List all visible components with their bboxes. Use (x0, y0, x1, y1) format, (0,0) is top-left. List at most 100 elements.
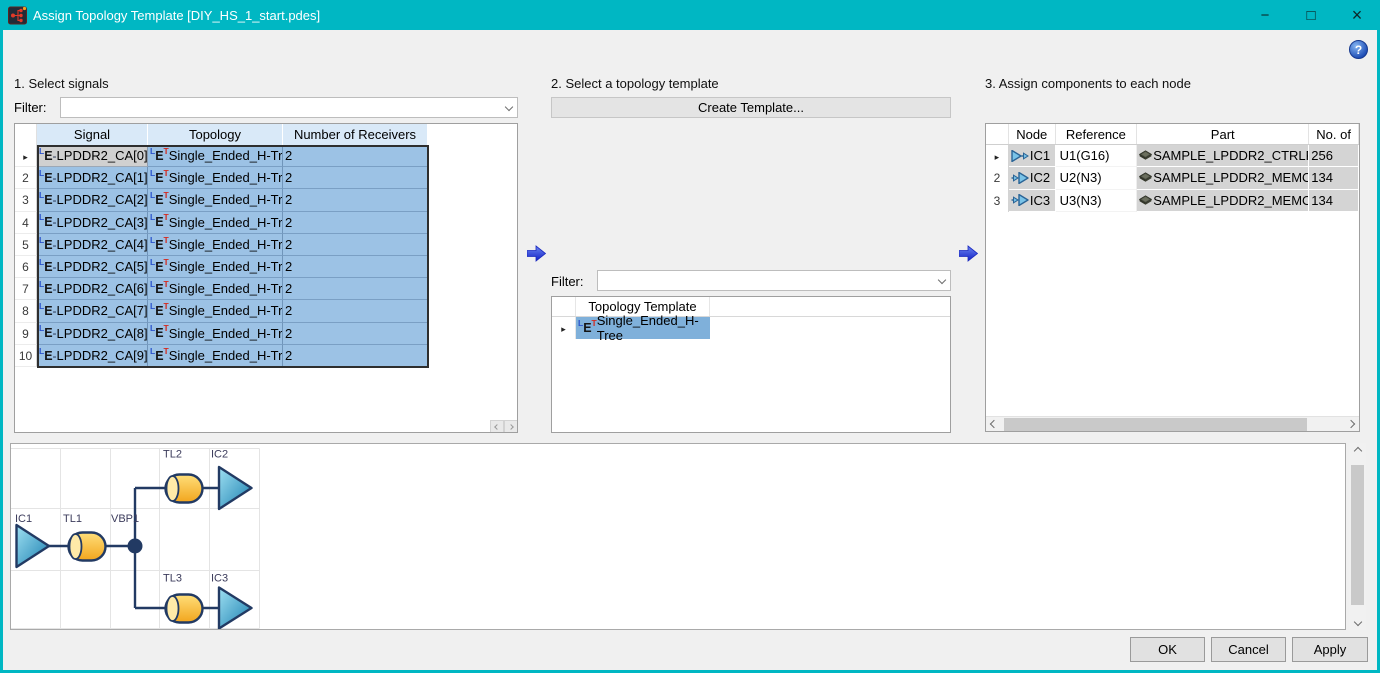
table-row[interactable]: 9 LE-LPDDR2_CA[8] LETSingle_Ended_H-Tree… (15, 323, 517, 345)
topology-cell[interactable]: LETSingle_Ended_H-Tree (148, 145, 283, 167)
row-selector[interactable]: ▸ (552, 317, 576, 339)
part-cell[interactable]: SAMPLE_LPDDR2_CTRLR (1137, 145, 1309, 167)
row-selector[interactable]: 10 (15, 345, 37, 367)
row-selector[interactable]: ▸ (15, 145, 37, 167)
topology-cell[interactable]: LETSingle_Ended_H-Tree (148, 189, 283, 211)
row-selector[interactable]: 2 (986, 167, 1009, 189)
table-row[interactable]: 5 LE-LPDDR2_CA[4] LETSingle_Ended_H-Tree… (15, 234, 517, 256)
count-cell[interactable]: 134 (1309, 167, 1359, 189)
receivers-cell[interactable]: 2 (283, 189, 428, 211)
diagram-ic2-buffer[interactable] (219, 467, 252, 509)
components-table-hscrollbar[interactable] (986, 416, 1359, 431)
template-filter-input[interactable] (600, 271, 930, 290)
diagram-vbp1-node[interactable] (128, 539, 143, 554)
table-row[interactable]: 2 IC2 U2(N3) SAMPLE_LPDDR2_MEMORY 134 (986, 167, 1359, 189)
column-header-topology[interactable]: Topology (148, 124, 283, 145)
table-row[interactable]: 2 LE-LPDDR2_CA[1] LETSingle_Ended_H-Tree… (15, 167, 517, 189)
receivers-cell[interactable]: 2 (283, 212, 428, 234)
topology-cell[interactable]: LETSingle_Ended_H-Tree (148, 323, 283, 345)
table-row[interactable]: ▸ LETSingle_Ended_H-Tree (552, 317, 950, 339)
diagram-ic1-buffer[interactable] (17, 525, 50, 567)
cancel-button[interactable]: Cancel (1211, 637, 1286, 662)
template-cell[interactable]: LETSingle_Ended_H-Tree (576, 317, 710, 339)
topology-cell[interactable]: LETSingle_Ended_H-Tree (148, 278, 283, 300)
table-row[interactable]: 8 LE-LPDDR2_CA[7] LETSingle_Ended_H-Tree… (15, 300, 517, 322)
column-header-receivers[interactable]: Number of Receivers (283, 124, 428, 145)
signal-cell[interactable]: LE-LPDDR2_CA[3] (37, 212, 148, 234)
table-row[interactable]: 4 LE-LPDDR2_CA[3] LETSingle_Ended_H-Tree… (15, 212, 517, 234)
receivers-cell[interactable]: 2 (283, 234, 428, 256)
row-selector[interactable]: 3 (15, 189, 37, 211)
topology-cell[interactable]: LETSingle_Ended_H-Tree (148, 234, 283, 256)
reference-cell[interactable]: U2(N3) (1056, 167, 1138, 189)
table-row[interactable]: 10 LE-LPDDR2_CA[9] LETSingle_Ended_H-Tre… (15, 345, 517, 367)
count-cell[interactable]: 256 (1309, 145, 1359, 167)
table-row[interactable]: 3 IC3 U3(N3) SAMPLE_LPDDR2_MEMORY 134 (986, 190, 1359, 212)
diagram-tl2-transmission-line[interactable] (166, 475, 203, 503)
table-row[interactable]: ▸ LE-LPDDR2_CA[0] LETSingle_Ended_H-Tree… (15, 145, 517, 167)
signal-cell[interactable]: LE-LPDDR2_CA[0] (37, 145, 148, 167)
row-selector[interactable]: 9 (15, 323, 37, 345)
row-selector[interactable]: 4 (15, 212, 37, 234)
create-template-button[interactable]: Create Template... (551, 97, 951, 118)
signal-cell[interactable]: LE-LPDDR2_CA[1] (37, 167, 148, 189)
chevron-down-icon[interactable] (505, 103, 513, 111)
scroll-left-button[interactable] (490, 420, 504, 433)
part-cell[interactable]: SAMPLE_LPDDR2_MEMORY (1137, 190, 1309, 212)
topology-cell[interactable]: LETSingle_Ended_H-Tree (148, 212, 283, 234)
scroll-down-button[interactable] (1349, 614, 1366, 630)
template-filter-combobox[interactable] (597, 270, 951, 291)
row-selector[interactable]: 3 (986, 190, 1009, 212)
diagram-ic3-buffer[interactable] (219, 588, 252, 629)
signals-filter-input[interactable] (63, 98, 497, 117)
receivers-cell[interactable]: 2 (283, 300, 428, 322)
column-header-part[interactable]: Part (1137, 124, 1309, 144)
ok-button[interactable]: OK (1130, 637, 1205, 662)
chevron-down-icon[interactable] (938, 276, 946, 284)
row-selector[interactable]: 7 (15, 278, 37, 300)
row-selector[interactable]: 2 (15, 167, 37, 189)
signal-cell[interactable]: LE-LPDDR2_CA[4] (37, 234, 148, 256)
scroll-right-button[interactable] (1343, 417, 1359, 432)
reference-cell[interactable]: U3(N3) (1056, 190, 1138, 212)
scrollbar-thumb[interactable] (1351, 465, 1364, 605)
receivers-cell[interactable]: 2 (283, 256, 428, 278)
node-cell[interactable]: IC2 (1009, 167, 1056, 189)
close-button[interactable]: × (1334, 0, 1380, 30)
topology-cell[interactable]: LETSingle_Ended_H-Tree (148, 300, 283, 322)
node-cell[interactable]: IC1 (1009, 145, 1056, 167)
maximize-button[interactable]: □ (1288, 0, 1334, 30)
diagram-tl3-transmission-line[interactable] (166, 595, 203, 623)
row-selector[interactable]: 6 (15, 256, 37, 278)
minimize-button[interactable]: − (1242, 0, 1288, 30)
receivers-cell[interactable]: 2 (283, 323, 428, 345)
scrollbar-thumb[interactable] (1004, 418, 1307, 431)
column-header-reference[interactable]: Reference (1056, 124, 1138, 144)
receivers-cell[interactable]: 2 (283, 278, 428, 300)
signal-cell[interactable]: LE-LPDDR2_CA[9] (37, 345, 148, 367)
scroll-left-button[interactable] (986, 417, 1002, 432)
scroll-right-button[interactable] (504, 420, 518, 433)
help-icon[interactable]: ? (1349, 40, 1368, 59)
signal-cell[interactable]: LE-LPDDR2_CA[2] (37, 189, 148, 211)
row-selector[interactable]: ▸ (986, 145, 1009, 167)
column-header-signal[interactable]: Signal (37, 124, 148, 145)
signal-cell[interactable]: LE-LPDDR2_CA[5] (37, 256, 148, 278)
diagram-tl1-transmission-line[interactable] (69, 533, 106, 561)
node-cell[interactable]: IC3 (1009, 190, 1056, 212)
row-selector[interactable]: 5 (15, 234, 37, 256)
receivers-cell[interactable]: 2 (283, 145, 428, 167)
reference-cell[interactable]: U1(G16) (1056, 145, 1138, 167)
receivers-cell[interactable]: 2 (283, 345, 428, 367)
count-cell[interactable]: 134 (1309, 190, 1359, 212)
part-cell[interactable]: SAMPLE_LPDDR2_MEMORY (1137, 167, 1309, 189)
signal-cell[interactable]: LE-LPDDR2_CA[6] (37, 278, 148, 300)
scroll-up-button[interactable] (1349, 443, 1366, 459)
column-header-no-of[interactable]: No. of (1309, 124, 1359, 144)
signals-table-hscrollbar[interactable] (490, 420, 518, 433)
table-row[interactable]: ▸ IC1 U1(G16) SAMPLE_LPDDR2_CTRLR 256 (986, 145, 1359, 167)
topology-cell[interactable]: LETSingle_Ended_H-Tree (148, 167, 283, 189)
row-selector[interactable]: 8 (15, 300, 37, 322)
signal-cell[interactable]: LE-LPDDR2_CA[7] (37, 300, 148, 322)
apply-button[interactable]: Apply (1292, 637, 1368, 662)
